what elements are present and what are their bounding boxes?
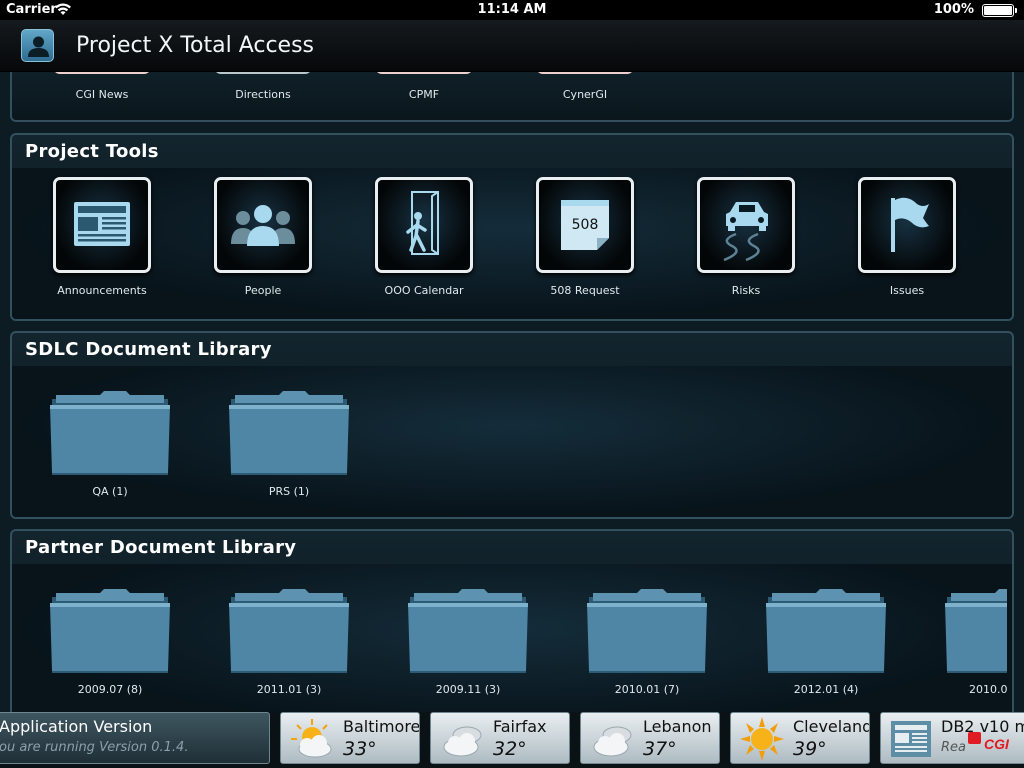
tile-label: CGI News xyxy=(75,88,129,101)
newspaper-icon xyxy=(74,202,130,246)
folder-2009-07[interactable]: 2009.07 (8) xyxy=(50,587,170,696)
weather-city: Fairfax xyxy=(493,717,547,736)
weather-temp: 39° xyxy=(793,738,827,760)
weather-card-fairfax[interactable]: Fairfax 32° xyxy=(430,712,570,764)
section-title: SDLC Document Library xyxy=(25,339,272,360)
weather-city: Cleveland xyxy=(793,717,870,736)
cloudy-icon xyxy=(443,726,482,757)
folder-label: 2012.01 (4) xyxy=(793,683,859,696)
tile-label: CPMF xyxy=(408,88,440,101)
folder-prs[interactable]: PRS (1) xyxy=(229,389,349,498)
tile-508-request[interactable]: 508 508 Request xyxy=(525,177,645,297)
tile-label: Announcements xyxy=(57,284,147,297)
tile-risks[interactable]: Risks xyxy=(686,177,806,297)
cgi-logo: CGI xyxy=(968,730,1024,754)
folder-2011-01[interactable]: 2011.01 (3) xyxy=(229,587,349,696)
newspaper-icon xyxy=(891,721,931,757)
folder-qa[interactable]: QA (1) xyxy=(50,389,170,498)
weather-temp: 32° xyxy=(493,738,527,760)
profile-button[interactable] xyxy=(21,29,54,62)
weather-city: Lebanon xyxy=(643,717,712,736)
cpmf-icon xyxy=(375,72,473,74)
cynergi-icon xyxy=(536,72,634,74)
folder-label: QA (1) xyxy=(92,485,128,498)
app-version-card[interactable]: Application Version ou are running Versi… xyxy=(0,712,270,764)
folder-icon xyxy=(587,589,707,673)
people-icon xyxy=(231,205,295,246)
folder-icon xyxy=(50,589,170,673)
navigation-bar: Project X Total Access xyxy=(0,20,1024,72)
tile-cynergi[interactable]: CynerGI xyxy=(525,72,645,101)
directions-icon xyxy=(214,72,312,74)
sunny-icon xyxy=(740,717,784,761)
app-title: Project X Total Access xyxy=(76,33,315,58)
folder-label: 2010.01 (7) xyxy=(614,683,680,696)
news-ticker[interactable]: Application Version ou are running Versi… xyxy=(0,712,1024,768)
folder-icon xyxy=(229,391,349,475)
tile-people[interactable]: People xyxy=(203,177,323,297)
app-version-title: Application Version xyxy=(0,717,153,736)
tile-label: Risks xyxy=(731,284,761,297)
tile-ooo-calendar[interactable]: OOO Calendar xyxy=(364,177,484,297)
exit-door-icon xyxy=(406,191,439,255)
folder-label: 2011.01 (3) xyxy=(256,683,322,696)
tile-label: Issues xyxy=(889,284,925,297)
folder-2012-01[interactable]: 2012.01 (4) xyxy=(766,587,886,696)
tile-cgi-news[interactable]: CGI News xyxy=(42,72,162,101)
folder-icon xyxy=(229,589,349,673)
tile-label: 508 Request xyxy=(550,284,620,297)
cgi-news-icon xyxy=(53,72,151,74)
tile-label: CynerGI xyxy=(562,88,608,101)
folder-label: 2010.0 xyxy=(969,683,1007,696)
cloudy-icon xyxy=(593,726,632,757)
tile-label: People xyxy=(244,284,282,297)
folder-2009-11[interactable]: 2009.11 (3) xyxy=(408,587,528,696)
weather-temp: 37° xyxy=(643,738,677,760)
folder-2010-partial[interactable]: 2010.0 xyxy=(945,587,1007,696)
tile-directions[interactable]: Directions xyxy=(203,72,323,101)
folder-2010-01[interactable]: 2010.01 (7) xyxy=(587,587,707,696)
folder-icon xyxy=(945,589,1007,673)
tile-label: OOO Calendar xyxy=(384,284,464,297)
partly-cloudy-icon xyxy=(291,719,332,758)
partner-library-panel: Partner Document Library 2009.07 (8) 201… xyxy=(10,529,1014,712)
dashboard-scroll-area[interactable]: CGI News Directions CPMF CynerGI Project… xyxy=(0,72,1024,712)
tile-issues[interactable]: Issues xyxy=(847,177,967,297)
folder-label: 2009.07 (8) xyxy=(77,683,143,696)
project-tools-panel: Project Tools Announcements People OOO C… xyxy=(10,133,1014,321)
battery-percent: 100% xyxy=(933,2,974,17)
folder-icon xyxy=(766,589,886,673)
weather-card-lebanon[interactable]: Lebanon 37° xyxy=(580,712,720,764)
weather-city: Baltimore xyxy=(343,717,420,736)
folder-label: PRS (1) xyxy=(268,485,310,498)
sdlc-library-panel: SDLC Document Library QA (1) PRS (1) xyxy=(10,331,1014,519)
cgi-logo-mark xyxy=(968,732,981,744)
flag-icon xyxy=(891,197,929,252)
tile-cpmf[interactable]: CPMF xyxy=(364,72,484,101)
weather-card-baltimore[interactable]: Baltimore 33° xyxy=(280,712,420,764)
weather-temp: 33° xyxy=(343,738,377,760)
folder-label: 2009.11 (3) xyxy=(435,683,501,696)
weather-card-cleveland[interactable]: Cleveland 39° xyxy=(730,712,870,764)
tile-announcements[interactable]: Announcements xyxy=(42,177,162,297)
cgi-logo-text: CGI xyxy=(984,736,1009,752)
slippery-car-icon xyxy=(723,202,768,262)
tile-label: Directions xyxy=(235,88,291,101)
section-title: Project Tools xyxy=(25,141,159,162)
db2-subtitle: Rea xyxy=(941,740,966,755)
battery-icon xyxy=(982,4,1017,17)
folder-icon xyxy=(50,391,170,475)
news-panel: CGI News Directions CPMF CynerGI xyxy=(10,72,1014,122)
note-508-text: 508 xyxy=(571,217,599,233)
folder-icon xyxy=(408,589,528,673)
clock: 11:14 AM xyxy=(477,2,547,17)
person-icon xyxy=(28,36,49,57)
section-title: Partner Document Library xyxy=(25,537,297,558)
status-bar: Carrier 11:14 AM 100% xyxy=(0,0,1024,20)
app-version-subtitle: ou are running Version 0.1.4. xyxy=(0,740,189,755)
